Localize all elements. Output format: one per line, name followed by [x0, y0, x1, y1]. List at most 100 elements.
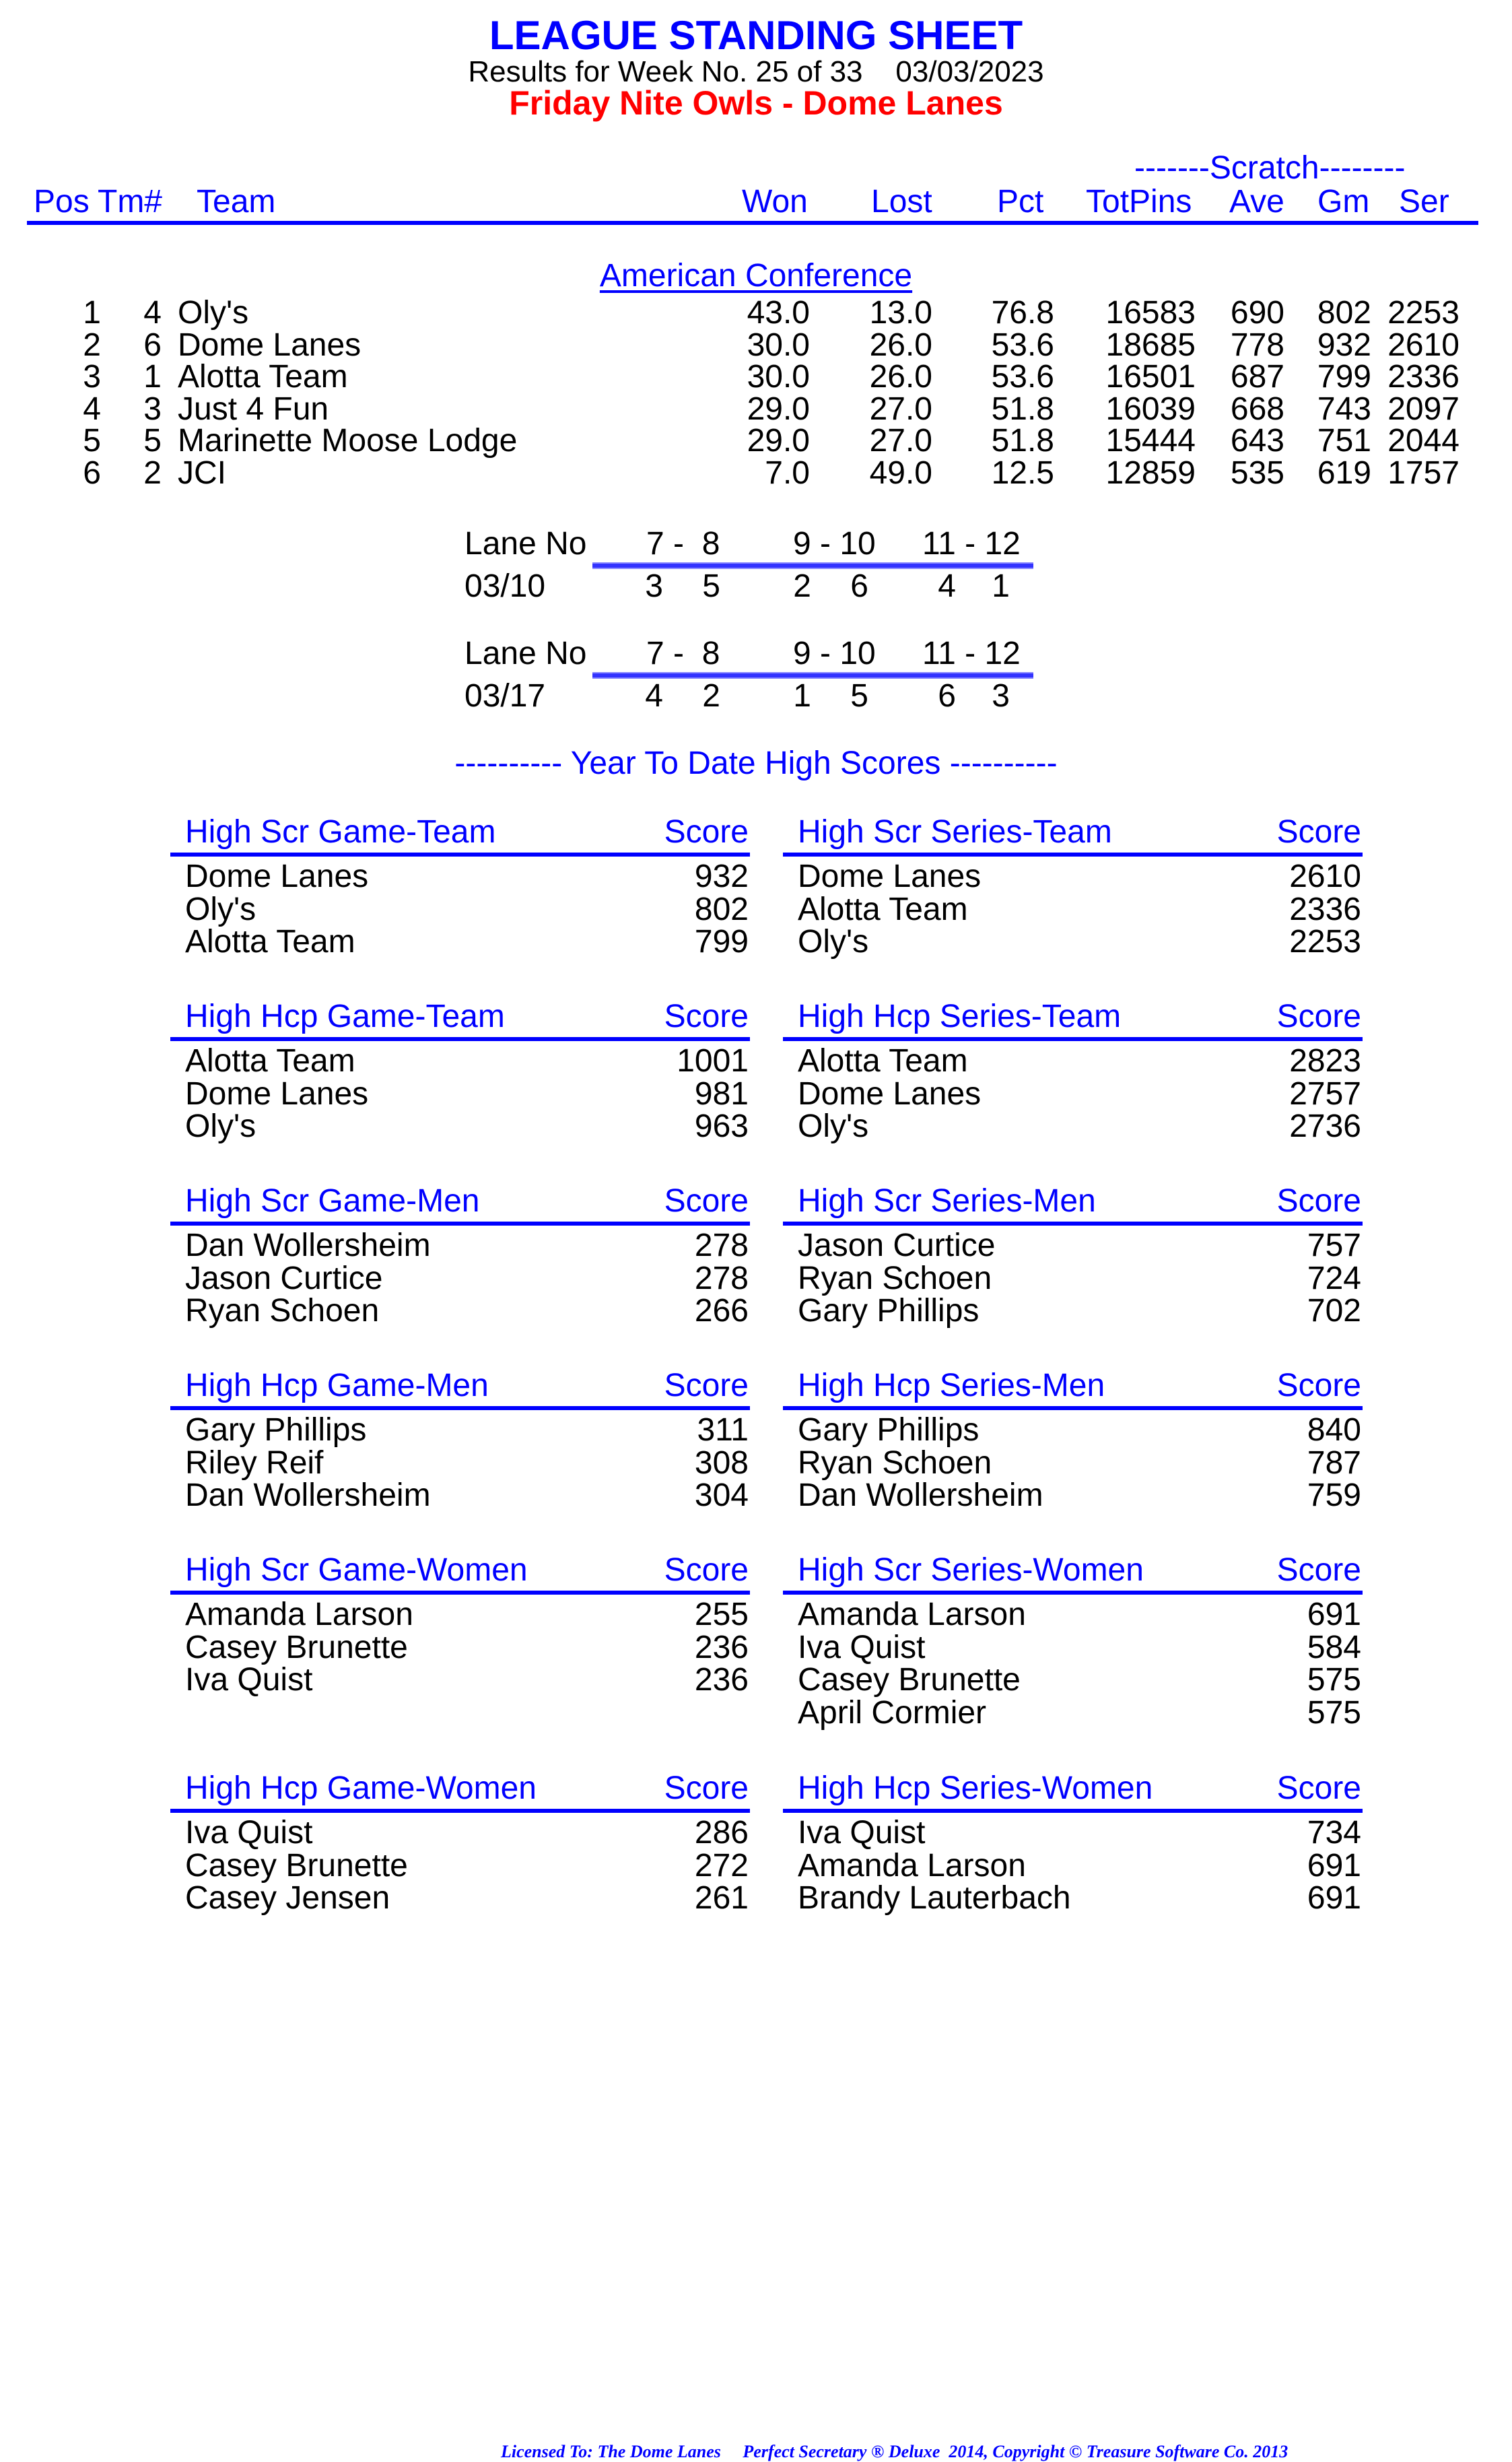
league-name: Friday Nite Owls - Dome Lanes	[509, 84, 1003, 122]
section-title: High Scr Series-Women	[798, 1552, 1144, 1588]
cell-team-name: Marinette Moose Lodge	[178, 423, 518, 459]
lane-team-number: 4	[645, 678, 663, 714]
section-rule	[783, 1809, 1363, 1813]
score-entry-name: Jason Curtice	[798, 1228, 996, 1263]
score-entry-name: Oly's	[185, 891, 256, 927]
section-rule	[170, 1406, 750, 1410]
score-entry-name: Ryan Schoen	[798, 1260, 992, 1296]
lane-team-number: 6	[938, 678, 956, 714]
section-score-header: Score	[664, 1770, 749, 1806]
score-entry-value: 311	[697, 1412, 749, 1448]
section-score-header: Score	[664, 1183, 749, 1219]
score-entry-value: 575	[1307, 1662, 1361, 1698]
score-entry-value: 2336	[1289, 891, 1361, 927]
section-rule	[783, 1222, 1363, 1226]
section-rule	[170, 1222, 750, 1226]
cell-pct: 12.5	[991, 455, 1054, 491]
score-entry-name: Dome Lanes	[185, 859, 369, 894]
section-rule	[170, 1809, 750, 1813]
lane-pair-label: 9 - 10	[793, 526, 876, 562]
section-score-header: Score	[1276, 1552, 1361, 1588]
section-rule	[783, 1406, 1363, 1410]
score-entry-value: 1001	[677, 1043, 749, 1079]
cell-lost: 49.0	[869, 455, 932, 491]
score-entry-value: 255	[694, 1597, 749, 1632]
score-entry-value: 236	[694, 1629, 749, 1665]
section-title: High Hcp Series-Team	[798, 999, 1122, 1034]
score-entry-value: 236	[694, 1662, 749, 1698]
cell-gm: 619	[1317, 455, 1371, 491]
lane-pair-label: 7 - 8	[646, 636, 720, 671]
lane-team-number: 1	[992, 568, 1010, 604]
section-score-header: Score	[1276, 1183, 1361, 1219]
scratch-group-label: -------Scratch--------	[1134, 150, 1406, 186]
score-entry-name: Ryan Schoen	[185, 1293, 380, 1329]
score-entry-value: 261	[694, 1880, 749, 1916]
lane-team-number: 3	[645, 568, 663, 604]
col-header-pct: Pct	[997, 184, 1044, 220]
section-title: High Hcp Series-Men	[798, 1368, 1105, 1403]
section-title: High Scr Series-Team	[798, 814, 1112, 850]
score-entry-name: Amanda Larson	[798, 1847, 1026, 1884]
lane-pair-label: 11 - 12	[922, 526, 1021, 562]
score-entry-value: 2610	[1289, 859, 1361, 894]
section-title: High Scr Game-Men	[185, 1183, 480, 1219]
col-header-pos: Pos	[34, 184, 90, 220]
col-header-team: Team	[197, 184, 276, 220]
score-entry-name: Dome Lanes	[798, 859, 982, 894]
score-entry-value: 304	[694, 1477, 749, 1513]
score-entry-name: Dome Lanes	[798, 1075, 982, 1112]
score-entry-value: 584	[1307, 1629, 1361, 1665]
score-entry-value: 278	[694, 1228, 749, 1263]
score-entry-value: 787	[1307, 1444, 1361, 1481]
cell-totpins: 12859	[1105, 455, 1196, 491]
section-title: High Scr Game-Team	[185, 814, 496, 850]
section-rule	[170, 1037, 750, 1041]
score-entry-value: 734	[1307, 1815, 1361, 1851]
score-entry-value: 2823	[1289, 1043, 1361, 1079]
score-entry-name: Gary Phillips	[798, 1293, 980, 1329]
conference-title-text: American Conference	[599, 258, 913, 294]
section-score-header: Score	[1276, 1368, 1361, 1403]
lane-date: 03/10	[465, 568, 546, 604]
score-entry-name: Dan Wollersheim	[185, 1477, 431, 1513]
score-entry-name: Iva Quist	[185, 1815, 313, 1851]
score-entry-value: 932	[694, 859, 749, 894]
score-entry-name: Oly's	[185, 1108, 256, 1144]
score-entry-value: 840	[1307, 1412, 1361, 1448]
score-entry-name: Dan Wollersheim	[798, 1477, 1043, 1513]
lane-team-number: 5	[702, 568, 720, 604]
section-score-header: Score	[1276, 1770, 1361, 1806]
score-entry-value: 308	[694, 1444, 749, 1481]
score-entry-name: Alotta Team	[185, 924, 355, 960]
header-rule	[27, 221, 1478, 225]
cell-team-name: JCI	[178, 455, 226, 491]
score-entry-name: Amanda Larson	[185, 1597, 413, 1632]
lane-team-number: 4	[938, 568, 956, 604]
cell-won: 7.0	[765, 455, 810, 491]
lane-no-label: Lane No	[465, 526, 587, 562]
score-entry-value: 963	[694, 1108, 749, 1144]
lane-team-number: 2	[793, 568, 811, 604]
score-entry-value: 272	[694, 1847, 749, 1884]
score-entry-value: 981	[694, 1075, 749, 1112]
score-entry-value: 691	[1307, 1880, 1361, 1916]
section-rule	[783, 853, 1363, 857]
score-entry-name: Alotta Team	[798, 891, 968, 927]
score-entry-value: 757	[1307, 1228, 1361, 1263]
score-entry-name: Amanda Larson	[798, 1597, 1026, 1632]
ytd-high-scores-title: ---------- Year To Date High Scores ----…	[454, 745, 1058, 781]
lane-pair-label: 9 - 10	[793, 636, 876, 671]
score-entry-name: Dan Wollersheim	[185, 1228, 431, 1263]
section-score-header: Score	[664, 999, 749, 1034]
score-entry-value: 691	[1307, 1847, 1361, 1884]
lane-pair-label: 11 - 12	[922, 636, 1021, 671]
score-entry-name: Ryan Schoen	[798, 1444, 992, 1481]
score-entry-value: 286	[694, 1815, 749, 1851]
col-header-ser: Ser	[1399, 184, 1449, 220]
score-entry-name: Iva Quist	[798, 1629, 926, 1665]
license-footer: Licensed To: The Dome Lanes Perfect Secr…	[501, 2442, 1288, 2461]
section-title: High Scr Game-Women	[185, 1552, 528, 1588]
section-rule	[170, 853, 750, 857]
section-rule	[783, 1037, 1363, 1041]
